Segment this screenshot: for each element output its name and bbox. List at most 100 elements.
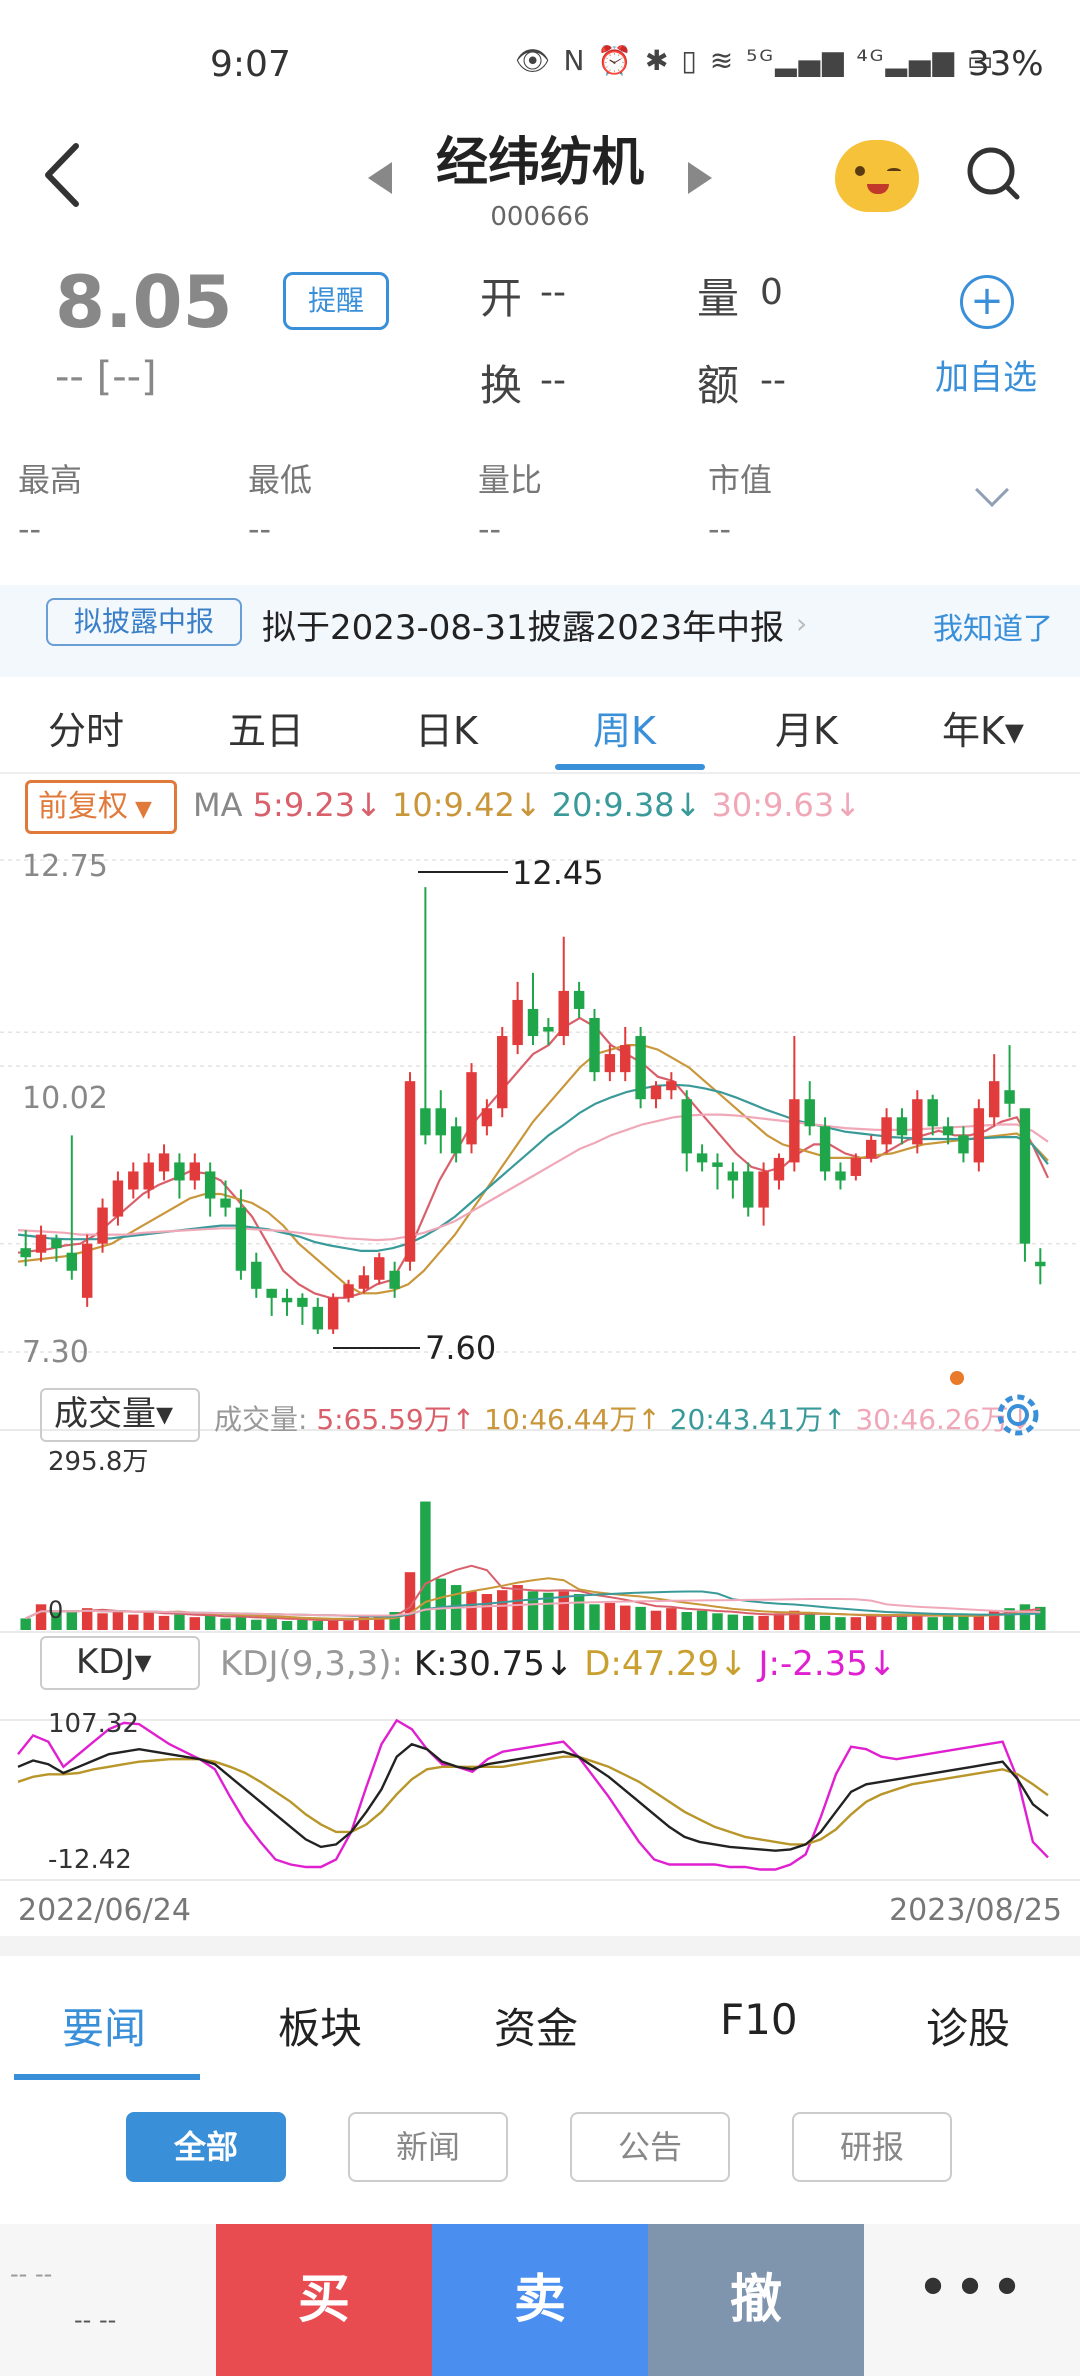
candle-body [20, 1248, 31, 1258]
candle-body [835, 1171, 846, 1181]
sell-button[interactable]: 卖 [432, 2224, 648, 2376]
volume-bar [666, 1608, 677, 1630]
add-favorite-icon[interactable]: + [960, 275, 1014, 329]
candle-body [435, 1108, 446, 1136]
kdj-axis-top: 107.32 [48, 1709, 139, 1739]
stat-mktcap-label: 市值 [708, 461, 773, 499]
candle-body [635, 1036, 646, 1100]
volume-bar [174, 1614, 185, 1630]
volume-bar [712, 1613, 723, 1630]
next-stock-icon[interactable] [688, 162, 712, 194]
filter-research[interactable]: 研报 [792, 2112, 952, 2182]
volume-bar [773, 1613, 785, 1630]
adjust-mode-dropdown[interactable]: 前复权 ▼ [25, 780, 177, 834]
tab-diagnosis[interactable]: 诊股 [926, 1995, 1010, 2056]
price-change: -- [--] [55, 354, 157, 400]
add-favorite-button[interactable]: 加自选 [935, 350, 1037, 399]
filter-all[interactable]: 全部 [126, 2112, 286, 2182]
search-icon[interactable] [965, 145, 1021, 201]
tab-weekly-k[interactable]: 周K [593, 700, 656, 755]
more-button[interactable]: ••• [864, 2224, 1080, 2376]
candle-body [158, 1153, 170, 1172]
kdj-j-value: J:-2.35↓ [758, 1644, 897, 1684]
volume-bar [573, 1594, 585, 1630]
low-annotation: 7.60 [425, 1329, 496, 1367]
tab-monthly-k[interactable]: 月K [775, 700, 838, 755]
volume-bar [912, 1615, 923, 1630]
prev-stock-icon[interactable] [368, 162, 392, 194]
volume-bar [604, 1603, 616, 1630]
volume-indicator-dropdown[interactable]: 成交量▾ [40, 1388, 200, 1442]
candle-body [81, 1243, 93, 1298]
volume-bar [865, 1614, 877, 1630]
ma5-value: 5:9.23↓ [252, 786, 382, 824]
ma20-line [17, 1083, 1049, 1252]
candle-body [143, 1162, 154, 1190]
candle-body [251, 1261, 262, 1289]
volume-bar [1019, 1604, 1031, 1630]
status-time: 9:07 [210, 44, 291, 85]
candle-body [389, 1270, 400, 1289]
kdj-axis-bottom: -12.42 [48, 1845, 132, 1875]
filter-announcements[interactable]: 公告 [570, 2112, 730, 2182]
volume-bar [635, 1606, 646, 1630]
tab-daily-k[interactable]: 日K [415, 700, 478, 755]
notice-text[interactable]: 拟于2023-08-31披露2023年中报 [262, 600, 784, 649]
candle-body [620, 1045, 631, 1073]
tab-news-headlines[interactable]: 要闻 [62, 1995, 146, 2056]
volume-legend-label: 成交量: [214, 1403, 308, 1436]
candle-body [35, 1234, 47, 1253]
cancel-order-button[interactable]: 撤 [648, 2224, 864, 2376]
volume-bar [850, 1617, 862, 1630]
adjust-mode-label: 前复权 [38, 789, 128, 824]
volume-bar [204, 1615, 216, 1630]
candle-body [66, 1252, 78, 1271]
turnover-value: -- [540, 360, 566, 401]
price-axis-top: 12.75 [22, 849, 108, 884]
candle-body [896, 1117, 908, 1136]
position-summary[interactable]: -- -- -- -- [0, 2224, 216, 2376]
volume-bar [1035, 1606, 1046, 1630]
notice-dismiss-button[interactable]: 我知道了 [933, 604, 1053, 648]
volume-label: 量 [697, 274, 740, 323]
tab-5day[interactable]: 五日 [228, 700, 304, 755]
volume-bar [481, 1594, 493, 1630]
stock-name: 经纬纺机 [435, 133, 644, 193]
tab-capital[interactable]: 资金 [494, 1995, 578, 2056]
candle-body [51, 1239, 62, 1249]
candle-body [420, 1108, 431, 1136]
candle-body [912, 1099, 923, 1145]
vol-ma10-value: 10:46.44万↑ [484, 1403, 661, 1436]
volume-bar [819, 1615, 831, 1630]
candle-body [97, 1207, 108, 1244]
tab-yearly-k[interactable]: 年K▾ [942, 700, 1024, 755]
stat-volratio-value: -- [478, 510, 502, 548]
volume-bar [435, 1578, 446, 1630]
kdj-d-line [17, 1755, 1049, 1846]
volume-bar [189, 1617, 201, 1630]
filter-news[interactable]: 新闻 [348, 2112, 508, 2182]
back-arrow-icon[interactable] [40, 140, 84, 210]
kdj-indicator-dropdown[interactable]: KDJ▾ [40, 1636, 200, 1690]
candle-body [174, 1162, 185, 1181]
candle-body [927, 1099, 938, 1127]
status-icons: 👁 N ⏰ ✱ ▯ ≋ ⁵ᴳ▂▄▆ ⁴ᴳ▂▄▆ ▭ [515, 44, 996, 77]
event-marker[interactable] [950, 1371, 964, 1385]
candle-body [450, 1126, 462, 1154]
volume-bar [466, 1591, 477, 1630]
candle-body [666, 1081, 677, 1091]
tab-f10[interactable]: F10 [720, 1995, 798, 2044]
volume-bar [650, 1610, 662, 1630]
volume-legend: 成交量: 5:65.59万↑ 10:46.44万↑ 20:43.41万↑ 30:… [214, 1398, 1032, 1438]
buy-button[interactable]: 买 [216, 2224, 432, 2376]
gear-icon[interactable] [993, 1390, 1043, 1440]
candle-body [773, 1157, 785, 1181]
remind-button[interactable]: 提醒 [283, 272, 389, 330]
section-divider [0, 1936, 1080, 1956]
tab-sector[interactable]: 板块 [278, 1995, 362, 2056]
tab-intraday[interactable]: 分时 [48, 700, 124, 755]
chevron-down-icon[interactable] [975, 473, 1009, 507]
candle-body [712, 1162, 723, 1167]
volume-bar [497, 1590, 508, 1630]
mascot-icon[interactable] [835, 140, 919, 212]
